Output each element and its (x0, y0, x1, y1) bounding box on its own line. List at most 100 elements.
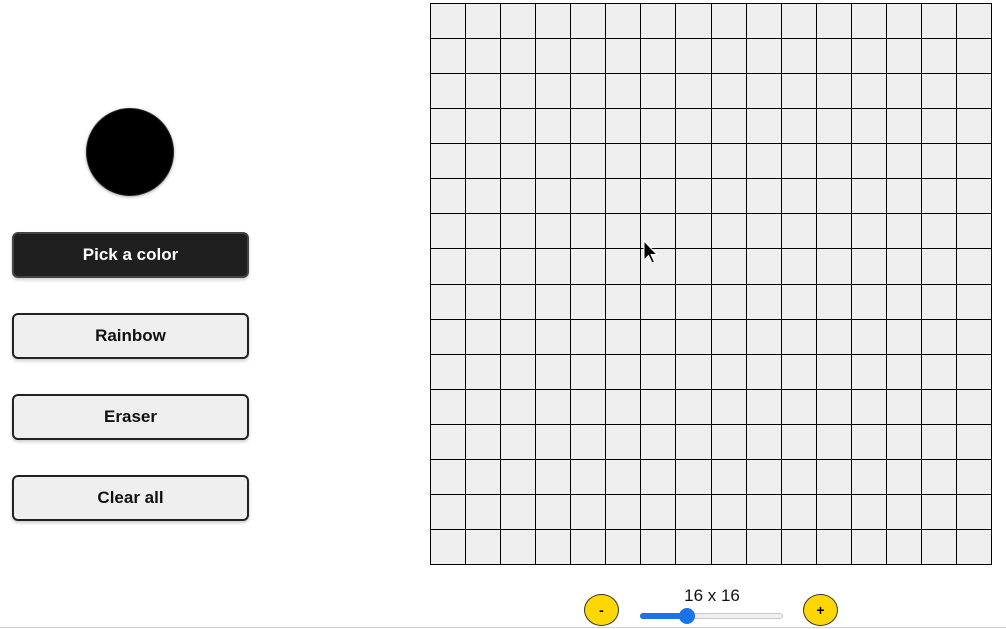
decrease-size-button[interactable]: - (584, 594, 619, 626)
grid-cell[interactable] (851, 144, 886, 179)
grid-cell[interactable] (816, 459, 851, 494)
grid-cell[interactable] (606, 249, 641, 284)
grid-cell[interactable] (851, 459, 886, 494)
grid-cell[interactable] (501, 179, 536, 214)
grid-cell[interactable] (466, 109, 501, 144)
grid-cell[interactable] (676, 74, 711, 109)
grid-cell[interactable] (571, 144, 606, 179)
grid-cell[interactable] (536, 179, 571, 214)
grid-cell[interactable] (956, 39, 991, 74)
grid-cell[interactable] (956, 214, 991, 249)
grid-cell[interactable] (851, 284, 886, 319)
grid-cell[interactable] (676, 214, 711, 249)
grid-cell[interactable] (536, 109, 571, 144)
grid-cell[interactable] (431, 179, 466, 214)
grid-cell[interactable] (571, 39, 606, 74)
grid-cell[interactable] (641, 74, 676, 109)
grid-cell[interactable] (746, 284, 781, 319)
grid-cell[interactable] (466, 214, 501, 249)
grid-cell[interactable] (746, 109, 781, 144)
grid-cell[interactable] (886, 39, 921, 74)
grid-cell[interactable] (711, 249, 746, 284)
grid-cell[interactable] (746, 179, 781, 214)
increase-size-button[interactable]: + (803, 594, 838, 626)
eraser-button[interactable]: Eraser (12, 394, 249, 440)
grid-cell[interactable] (676, 144, 711, 179)
grid-cell[interactable] (921, 144, 956, 179)
grid-cell[interactable] (431, 214, 466, 249)
grid-cell[interactable] (571, 284, 606, 319)
grid-cell[interactable] (571, 179, 606, 214)
grid-cell[interactable] (536, 39, 571, 74)
grid-cell[interactable] (781, 494, 816, 529)
pick-color-button[interactable]: Pick a color (12, 232, 249, 278)
grid-cell[interactable] (711, 74, 746, 109)
grid-cell[interactable] (606, 319, 641, 354)
grid-cell[interactable] (536, 214, 571, 249)
grid-cell[interactable] (641, 459, 676, 494)
grid-cell[interactable] (431, 109, 466, 144)
grid-cell[interactable] (571, 354, 606, 389)
grid-cell[interactable] (921, 389, 956, 424)
grid-cell[interactable] (606, 74, 641, 109)
grid-cell[interactable] (746, 39, 781, 74)
grid-cell[interactable] (571, 529, 606, 564)
grid-cell[interactable] (606, 459, 641, 494)
grid-cell[interactable] (571, 424, 606, 459)
grid-cell[interactable] (816, 74, 851, 109)
grid-cell[interactable] (711, 494, 746, 529)
grid-cell[interactable] (606, 4, 641, 39)
grid-cell[interactable] (431, 74, 466, 109)
grid-cell[interactable] (956, 494, 991, 529)
grid-cell[interactable] (816, 424, 851, 459)
grid-cell[interactable] (746, 249, 781, 284)
grid-cell[interactable] (676, 179, 711, 214)
grid-cell[interactable] (536, 74, 571, 109)
grid-cell[interactable] (571, 319, 606, 354)
grid-cell[interactable] (886, 494, 921, 529)
grid-cell[interactable] (501, 249, 536, 284)
grid-cell[interactable] (536, 319, 571, 354)
grid-cell[interactable] (956, 249, 991, 284)
grid-cell[interactable] (466, 494, 501, 529)
grid-cell[interactable] (781, 74, 816, 109)
grid-cell[interactable] (746, 354, 781, 389)
grid-cell[interactable] (501, 424, 536, 459)
grid-cell[interactable] (781, 284, 816, 319)
grid-cell[interactable] (886, 109, 921, 144)
grid-cell[interactable] (781, 529, 816, 564)
grid-cell[interactable] (466, 319, 501, 354)
grid-cell[interactable] (606, 179, 641, 214)
grid-cell[interactable] (606, 39, 641, 74)
grid-cell[interactable] (466, 179, 501, 214)
clear-all-button[interactable]: Clear all (12, 475, 249, 521)
grid-cell[interactable] (676, 389, 711, 424)
grid-cell[interactable] (886, 249, 921, 284)
grid-cell[interactable] (851, 39, 886, 74)
grid-cell[interactable] (501, 39, 536, 74)
grid-cell[interactable] (501, 529, 536, 564)
rainbow-button[interactable]: Rainbow (12, 313, 249, 359)
grid-cell[interactable] (851, 319, 886, 354)
grid-cell[interactable] (501, 214, 536, 249)
grid-cell[interactable] (571, 389, 606, 424)
grid-cell[interactable] (851, 389, 886, 424)
grid-cell[interactable] (956, 424, 991, 459)
grid-cell[interactable] (781, 179, 816, 214)
current-color-swatch[interactable] (86, 108, 174, 196)
grid-cell[interactable] (816, 354, 851, 389)
grid-cell[interactable] (851, 179, 886, 214)
grid-cell[interactable] (536, 494, 571, 529)
grid-cell[interactable] (921, 179, 956, 214)
grid-cell[interactable] (711, 144, 746, 179)
grid-cell[interactable] (676, 494, 711, 529)
grid-cell[interactable] (431, 39, 466, 74)
grid-cell[interactable] (781, 39, 816, 74)
grid-cell[interactable] (536, 249, 571, 284)
grid-cell[interactable] (676, 109, 711, 144)
grid-cell[interactable] (641, 354, 676, 389)
grid-cell[interactable] (501, 354, 536, 389)
grid-cell[interactable] (641, 319, 676, 354)
grid-cell[interactable] (466, 389, 501, 424)
grid-cell[interactable] (921, 39, 956, 74)
